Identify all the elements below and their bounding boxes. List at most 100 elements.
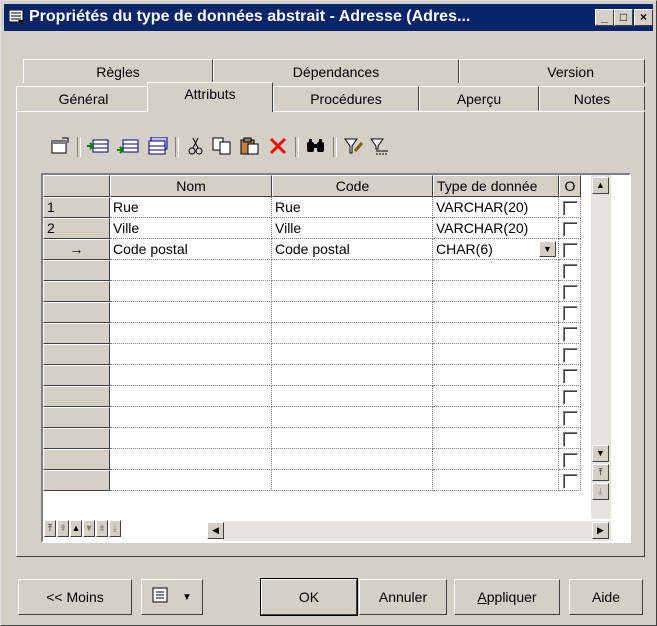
row-header[interactable]	[43, 407, 110, 428]
row-header[interactable]: →	[43, 239, 110, 260]
cell-type[interactable]	[433, 428, 559, 449]
tab-general[interactable]: Général	[16, 86, 151, 110]
add-row-icon[interactable]	[115, 133, 141, 159]
cell-nom[interactable]	[110, 281, 272, 302]
minimize-button[interactable]: _	[595, 9, 614, 26]
cell-code[interactable]: Ville	[272, 218, 433, 239]
cell-nom[interactable]: Ville	[110, 218, 272, 239]
cell-code[interactable]	[272, 449, 433, 470]
obligatory-checkbox[interactable]	[563, 201, 578, 216]
move-page-down-button[interactable]: ⇟	[96, 520, 108, 537]
row-header[interactable]	[43, 470, 110, 491]
delete-icon[interactable]	[265, 133, 291, 159]
obligatory-checkbox[interactable]	[563, 306, 578, 321]
cut-icon[interactable]	[183, 133, 209, 159]
cell-nom[interactable]	[110, 386, 272, 407]
cell-type[interactable]	[433, 260, 559, 281]
grid-corner[interactable]	[43, 175, 110, 197]
scroll-bottom-button[interactable]: ⤓	[592, 483, 609, 500]
row-header[interactable]	[43, 449, 110, 470]
column-header-o[interactable]: O	[559, 175, 581, 197]
cell-code[interactable]	[272, 302, 433, 323]
cell-code[interactable]	[272, 386, 433, 407]
cell-type[interactable]	[433, 407, 559, 428]
cell-type[interactable]: VARCHAR(20)	[433, 197, 559, 218]
cell-code[interactable]	[272, 407, 433, 428]
cell-type[interactable]	[433, 449, 559, 470]
scroll-right-button[interactable]: ▶	[592, 522, 609, 539]
cell-nom[interactable]	[110, 302, 272, 323]
cell-nom[interactable]	[110, 344, 272, 365]
tab-notes[interactable]: Notes	[539, 86, 645, 110]
obligatory-checkbox[interactable]	[563, 285, 578, 300]
obligatory-checkbox[interactable]	[563, 369, 578, 384]
find-icon[interactable]	[303, 133, 329, 159]
tab-version[interactable]: Version	[459, 59, 645, 83]
tab-attributs[interactable]: Attributs	[147, 82, 273, 112]
add-rows-icon[interactable]	[145, 133, 171, 159]
close-button[interactable]: ×	[634, 9, 653, 26]
paste-icon[interactable]	[237, 133, 263, 159]
tab-dependances[interactable]: Dépendances	[213, 59, 459, 83]
tab-apercu[interactable]: Aperçu	[419, 86, 539, 110]
cell-code[interactable]	[272, 323, 433, 344]
filter-icon[interactable]	[341, 133, 367, 159]
tab-procedures[interactable]: Procédures	[273, 86, 419, 110]
cell-nom[interactable]	[110, 365, 272, 386]
scroll-down-button[interactable]: ▼	[592, 445, 609, 462]
row-header[interactable]	[43, 281, 110, 302]
type-dropdown-button[interactable]: ▼	[539, 241, 556, 257]
cell-type[interactable]	[433, 323, 559, 344]
cell-code[interactable]	[272, 281, 433, 302]
scroll-top-button[interactable]: ⤒	[592, 464, 609, 481]
cell-nom[interactable]	[110, 428, 272, 449]
column-header-type[interactable]: Type de donnée	[433, 175, 559, 197]
cell-nom[interactable]	[110, 470, 272, 491]
obligatory-checkbox[interactable]	[563, 390, 578, 405]
cell-type[interactable]	[433, 344, 559, 365]
row-header[interactable]	[43, 428, 110, 449]
obligatory-checkbox[interactable]	[563, 243, 578, 258]
cell-type[interactable]	[433, 365, 559, 386]
obligatory-checkbox[interactable]	[563, 453, 578, 468]
row-header[interactable]	[43, 323, 110, 344]
horizontal-scrollbar[interactable]	[223, 521, 611, 541]
insert-row-icon[interactable]	[85, 133, 111, 159]
obligatory-checkbox[interactable]	[563, 327, 578, 342]
obligatory-checkbox[interactable]	[563, 432, 578, 447]
cell-nom[interactable]: Rue	[110, 197, 272, 218]
cell-code[interactable]	[272, 428, 433, 449]
apply-button[interactable]: Appliquer	[454, 579, 560, 615]
move-up-button[interactable]: ▲	[70, 520, 82, 537]
row-header[interactable]	[43, 344, 110, 365]
move-bottom-button[interactable]: ⤓	[109, 520, 121, 537]
cell-code[interactable]	[272, 470, 433, 491]
help-button[interactable]: Aide	[569, 579, 643, 615]
less-button[interactable]: << Moins	[18, 579, 132, 615]
cell-type[interactable]	[433, 281, 559, 302]
ok-button[interactable]: OK	[260, 578, 358, 616]
cell-nom[interactable]	[110, 449, 272, 470]
scroll-up-button[interactable]: ▲	[592, 177, 609, 194]
row-header[interactable]: 2	[43, 218, 110, 239]
move-top-button[interactable]: ⤒	[44, 520, 56, 537]
move-down-button[interactable]: ▼	[83, 520, 95, 537]
copy-icon[interactable]	[209, 133, 235, 159]
obligatory-checkbox[interactable]	[563, 348, 578, 363]
cell-nom[interactable]	[110, 260, 272, 281]
cell-code[interactable]	[272, 344, 433, 365]
cell-nom[interactable]: Code postal	[110, 239, 272, 260]
cell-nom[interactable]	[110, 407, 272, 428]
cancel-button[interactable]: Annuler	[359, 579, 447, 615]
filter-clear-icon[interactable]	[367, 133, 393, 159]
cell-code[interactable]	[272, 365, 433, 386]
cell-type[interactable]: VARCHAR(20)	[433, 218, 559, 239]
obligatory-checkbox[interactable]	[563, 411, 578, 426]
row-header[interactable]	[43, 365, 110, 386]
cell-type[interactable]	[433, 386, 559, 407]
properties-icon[interactable]	[47, 133, 73, 159]
row-header[interactable]	[43, 302, 110, 323]
row-header[interactable]: 1	[43, 197, 110, 218]
scroll-left-button[interactable]: ◀	[207, 522, 224, 539]
cell-code[interactable]: Code postal	[272, 239, 433, 260]
